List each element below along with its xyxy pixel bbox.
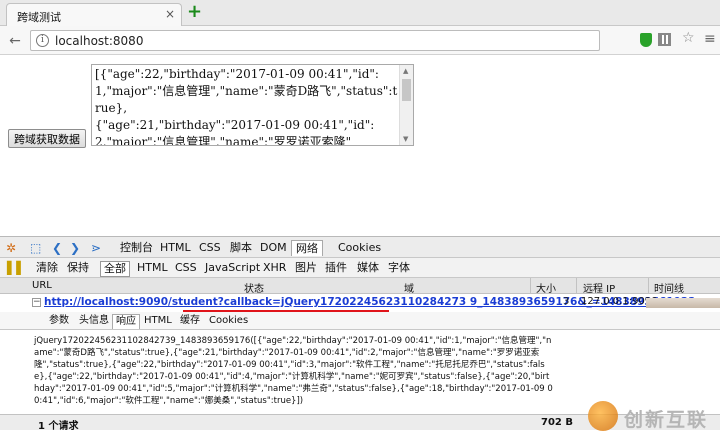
tab-html[interactable]: HTML	[156, 240, 195, 256]
filter-fonts[interactable]: 字体	[385, 261, 413, 275]
browser-tab[interactable]: 跨域测试 ×	[6, 3, 182, 26]
cross-domain-fetch-button[interactable]: 跨域获取数据	[8, 129, 86, 148]
tab-console[interactable]: 控制台	[116, 240, 157, 256]
response-textarea-text: [{"age":22,"birthday":"2017-01-09 00:41"…	[95, 67, 398, 146]
net-column-header: URL 状态 域 大小 远程 IP 时间线	[0, 278, 720, 295]
subtab-params[interactable]: 参数	[46, 314, 72, 328]
column-size[interactable]: 大小	[536, 280, 556, 295]
response-body: jQuery172022456231102842739_148389365917…	[34, 336, 553, 406]
response-textarea[interactable]: [{"age":22,"birthday":"2017-01-09 00:41"…	[91, 64, 414, 146]
column-separator	[648, 278, 649, 294]
filter-all[interactable]: 全部	[100, 261, 130, 277]
column-separator	[576, 278, 577, 294]
request-row[interactable]: − http://localhost:9090/student?callback…	[0, 294, 720, 312]
filter-javascript[interactable]: JavaScript	[202, 261, 263, 275]
persist-button[interactable]: 保持	[64, 261, 92, 275]
tab-css[interactable]: CSS	[195, 240, 225, 256]
navigation-bar: ← i localhost:8080 ☆ ≡	[0, 26, 720, 55]
column-remote-ip[interactable]: 远程 IP	[583, 280, 615, 295]
firebug-icon[interactable]: ✲	[6, 241, 16, 255]
filter-media[interactable]: 媒体	[354, 261, 382, 275]
tab-script[interactable]: 脚本	[226, 240, 256, 256]
filter-html[interactable]: HTML	[134, 261, 171, 275]
column-separator	[530, 278, 531, 294]
tab-net[interactable]: 网络	[291, 240, 323, 256]
command-line-icon[interactable]: ⋗	[91, 241, 101, 255]
nav-back-icon[interactable]: ❮	[52, 241, 62, 255]
firebug-toolbar: ✲ ⬚ ❮ ❯ ⋗ 控制台 HTML CSS 脚本 DOM 网络 Cookies	[0, 236, 720, 258]
column-url[interactable]: URL	[32, 280, 52, 291]
subtab-response[interactable]: 响应	[112, 314, 140, 329]
request-timeline-bar	[646, 298, 720, 308]
watermark: 创新互联	[588, 397, 718, 441]
new-tab-icon[interactable]: +	[187, 2, 202, 22]
clear-button[interactable]: 清除	[33, 261, 61, 275]
scroll-thumb[interactable]	[402, 79, 411, 101]
request-count: 1 个请求	[38, 421, 79, 432]
request-detail-tabs: 参数 头信息 响应 HTML 缓存 Cookies	[0, 312, 720, 330]
tab-close-icon[interactable]: ×	[165, 7, 175, 21]
qr-code-icon[interactable]	[658, 33, 671, 46]
subtab-headers[interactable]: 头信息	[76, 314, 112, 328]
subtab-cookies[interactable]: Cookies	[206, 314, 251, 328]
inspect-icon[interactable]: ⬚	[30, 241, 41, 255]
back-icon[interactable]: ←	[6, 32, 24, 50]
column-timeline[interactable]: 时间线	[654, 280, 684, 295]
filter-css[interactable]: CSS	[172, 261, 200, 275]
request-status: 3	[563, 296, 570, 307]
total-size: 702 B	[541, 417, 573, 428]
browser-menu-icon[interactable]: ≡	[704, 31, 716, 47]
tab-title: 跨域测试	[17, 11, 61, 24]
tab-strip: 跨域测试 × +	[0, 0, 720, 26]
filter-xhr[interactable]: XHR	[260, 261, 289, 275]
filter-images[interactable]: 图片	[292, 261, 320, 275]
tab-cookies[interactable]: Cookies	[334, 240, 385, 256]
subtab-html[interactable]: HTML	[141, 314, 175, 328]
bookmark-star-icon[interactable]: ☆	[682, 30, 695, 46]
collapse-minus-icon[interactable]: −	[32, 298, 41, 307]
textarea-scrollbar[interactable]: ▲ ▼	[399, 65, 413, 145]
page-content: 跨域获取数据 [{"age":22,"birthday":"2017-01-09…	[0, 56, 720, 233]
scroll-down-icon[interactable]: ▼	[403, 135, 408, 143]
watermark-logo-icon	[588, 401, 618, 431]
watermark-text: 创新互联	[624, 409, 709, 431]
nav-forward-icon[interactable]: ❯	[70, 241, 80, 255]
column-domain[interactable]: 域	[404, 280, 414, 295]
address-bar[interactable]: i localhost:8080	[30, 30, 600, 51]
tab-dom[interactable]: DOM	[256, 240, 291, 256]
pause-icon[interactable]: ▌▌	[7, 261, 25, 275]
filter-plugins[interactable]: 插件	[322, 261, 350, 275]
security-shield-icon[interactable]	[640, 33, 652, 47]
subtab-cache[interactable]: 缓存	[177, 314, 203, 328]
column-status[interactable]: 状态	[244, 280, 264, 295]
scroll-up-icon[interactable]: ▲	[403, 67, 408, 75]
url-text[interactable]: localhost:8080	[55, 34, 143, 48]
site-info-icon[interactable]: i	[36, 34, 49, 47]
net-filter-bar: ▌▌ 清除 保持 全部 HTML CSS JavaScript XHR 图片 插…	[0, 258, 720, 278]
